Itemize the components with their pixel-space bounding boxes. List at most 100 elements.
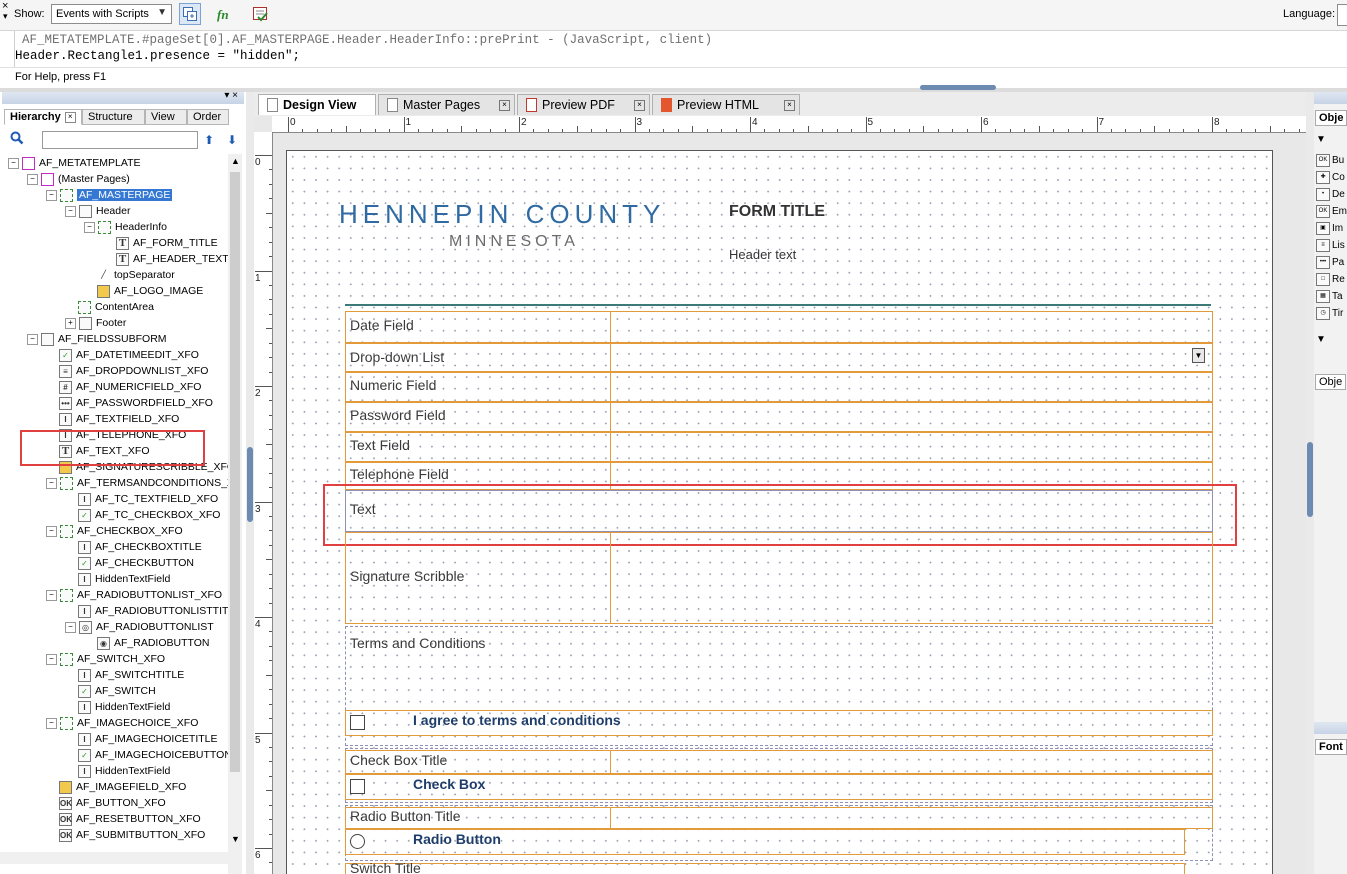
tree-item[interactable]: − (Master Pages) — [27, 171, 130, 187]
expand-toggle-icon[interactable]: − — [46, 189, 57, 201]
tab-preview-html[interactable]: Preview HTML × — [652, 94, 800, 115]
password-field[interactable] — [345, 402, 1213, 432]
function-button[interactable]: fn — [214, 3, 236, 25]
tree-item[interactable]: I AF_TEXTFIELD_XFO — [46, 411, 179, 427]
object-library-item[interactable]: ◷ Tir — [1316, 307, 1343, 320]
show-events-select[interactable]: Events with Scripts ▼ — [51, 4, 172, 24]
tree-item[interactable]: ≡ AF_DROPDOWNLIST_XFO — [46, 363, 208, 379]
tree-item[interactable]: I HiddenTextField — [65, 699, 170, 715]
expand-toggle-icon[interactable]: − — [65, 621, 76, 633]
hierarchy-search-input[interactable] — [42, 131, 198, 149]
radio-title-field[interactable] — [345, 807, 1213, 829]
object-library-item[interactable]: ▣ Im — [1316, 222, 1343, 235]
tree-item[interactable]: AF_LOGO_IMAGE — [84, 283, 203, 299]
tree-item[interactable]: − AF_MASTERPAGE — [46, 187, 173, 203]
chevron-down-icon[interactable]: ▼ — [1316, 134, 1326, 145]
terms-checkbox[interactable] — [350, 715, 365, 730]
language-select[interactable] — [1337, 4, 1347, 26]
form-title[interactable]: FORM TITLE — [729, 203, 825, 221]
close-icon[interactable]: × — [634, 100, 645, 111]
tab-master-pages[interactable]: Master Pages × — [378, 94, 515, 115]
object-library-item[interactable]: ▦ Ta — [1316, 290, 1343, 303]
tree-item[interactable]: OK AF_BUTTON_XFO — [46, 795, 166, 811]
tab-preview-pdf[interactable]: Preview PDF × — [517, 94, 650, 115]
tab-object-library[interactable]: Obje — [1315, 110, 1347, 126]
expand-toggle-icon[interactable]: − — [46, 477, 57, 489]
object-library-item[interactable]: ••• Pa — [1316, 256, 1344, 269]
tab-font[interactable]: Font — [1315, 739, 1347, 755]
tree-item[interactable]: I AF_IMAGECHOICETITLE — [65, 731, 218, 747]
tree-item[interactable]: ◉ AF_RADIOBUTTON — [84, 635, 209, 651]
tab-order[interactable]: Order — [187, 109, 229, 125]
design-canvas[interactable]: 0 1 2 3 4 5 6 7 8 0 1 2 3 4 5 6 HENNEPIN COUNTY MINNES… — [254, 116, 1306, 874]
tree-item[interactable]: − ◎ AF_RADIOBUTTONLIST — [65, 619, 214, 635]
tree-item[interactable]: − AF_METATEMPLATE — [8, 155, 141, 171]
panel-menu-icon[interactable]: ▾ × — [224, 90, 238, 101]
tree-item[interactable]: − AF_IMAGECHOICE_XFO — [46, 715, 198, 731]
tree-item[interactable]: − AF_RADIOBUTTONLIST_XFO — [46, 587, 222, 603]
radio-button[interactable] — [350, 834, 365, 849]
object-library-item[interactable]: □ Re — [1316, 273, 1345, 286]
tab-design-view[interactable]: Design View — [258, 94, 376, 115]
chevron-down-icon[interactable]: ▼ — [231, 834, 240, 844]
tree-item[interactable]: I HiddenTextField — [65, 763, 170, 779]
object-library-item[interactable]: ≡ Lis — [1316, 239, 1345, 252]
arrow-up-icon[interactable]: ⬆ — [204, 133, 214, 147]
hierarchy-horizontal-scrollbar[interactable] — [0, 852, 228, 864]
header-text[interactable]: Header text — [729, 247, 796, 262]
tree-item[interactable]: − AF_FIELDSSUBFORM — [27, 331, 167, 347]
close-icon[interactable]: × — [499, 100, 510, 111]
tree-item[interactable]: T AF_FORM_TITLE — [103, 235, 218, 251]
tree-item[interactable]: OK AF_SUBMITBUTTON_XFO — [46, 827, 205, 843]
tree-item[interactable]: ╱ topSeparator — [84, 267, 175, 283]
tree-item[interactable]: I AF_CHECKBOXTITLE — [65, 539, 202, 555]
tab-structure[interactable]: Structure — [82, 109, 145, 125]
object-library-item[interactable]: OK Em — [1316, 205, 1347, 218]
expand-toggle-icon[interactable]: − — [46, 653, 57, 665]
tab-hierarchy[interactable]: Hierarchy × — [4, 109, 82, 125]
script-editor[interactable]: AF_METATEMPLATE.#pageSet[0].AF_MASTERPAG… — [0, 31, 1347, 68]
expand-toggle-icon[interactable]: − — [27, 333, 38, 345]
tree-item[interactable]: − Header — [65, 203, 130, 219]
tree-item[interactable]: − HeaderInfo — [84, 219, 167, 235]
tree-item[interactable]: I HiddenTextField — [65, 571, 170, 587]
expand-toggle-icon[interactable]: + — [65, 317, 76, 329]
multiple-objects-button[interactable] — [179, 3, 201, 25]
chevron-down-icon[interactable]: ▼ — [1316, 334, 1326, 345]
expand-toggle-icon[interactable]: − — [84, 221, 95, 233]
collapse-grip[interactable] — [1307, 442, 1313, 517]
tree-item[interactable]: OK AF_RESETBUTTON_XFO — [46, 811, 201, 827]
tree-item[interactable]: − AF_TERMSANDCONDITIONS_XF — [46, 475, 228, 491]
numeric-field[interactable] — [345, 372, 1213, 402]
close-icon[interactable]: × — [784, 100, 795, 111]
text-field[interactable] — [345, 432, 1213, 462]
tree-item[interactable]: I AF_TC_TEXTFIELD_XFO — [65, 491, 218, 507]
signature-field[interactable] — [345, 532, 1213, 624]
date-field[interactable] — [345, 311, 1213, 343]
tree-item[interactable]: ✓ AF_IMAGECHOICEBUTTON — [65, 747, 228, 763]
checkbox-button[interactable] — [350, 779, 365, 794]
hierarchy-vertical-scrollbar[interactable]: ▲ ▼ — [228, 154, 242, 874]
logo-text[interactable]: HENNEPIN COUNTY — [339, 199, 665, 230]
object-library-item[interactable]: • De — [1316, 188, 1345, 201]
expand-toggle-icon[interactable]: − — [46, 525, 57, 537]
toolbar-menu-icon[interactable]: ▾ — [3, 11, 8, 22]
tree-item[interactable]: − AF_CHECKBOX_XFO — [46, 523, 183, 539]
chevron-up-icon[interactable]: ▲ — [231, 156, 240, 166]
top-separator[interactable] — [345, 304, 1211, 306]
scrollbar-thumb[interactable] — [230, 172, 240, 772]
dropdown-field[interactable] — [345, 343, 1213, 372]
tree-item[interactable]: + Footer — [65, 315, 126, 331]
tab-object[interactable]: Obje — [1315, 374, 1347, 390]
tree-item[interactable]: ContentArea — [65, 299, 154, 315]
tree-item[interactable]: # AF_NUMERICFIELD_XFO — [46, 379, 201, 395]
form-page[interactable]: HENNEPIN COUNTY MINNESOTA FORM TITLE Hea… — [286, 150, 1273, 874]
checkbox-title-field[interactable] — [345, 750, 1213, 774]
expand-toggle-icon[interactable]: − — [46, 717, 57, 729]
switch-title-field[interactable] — [345, 863, 1185, 874]
tree-item[interactable]: T AF_HEADER_TEXT — [103, 251, 228, 267]
expand-toggle-icon[interactable]: − — [8, 157, 19, 169]
expand-toggle-icon[interactable]: − — [65, 205, 76, 217]
tree-item[interactable]: ••• AF_PASSWORDFIELD_XFO — [46, 395, 213, 411]
expand-toggle-icon[interactable]: − — [27, 173, 38, 185]
